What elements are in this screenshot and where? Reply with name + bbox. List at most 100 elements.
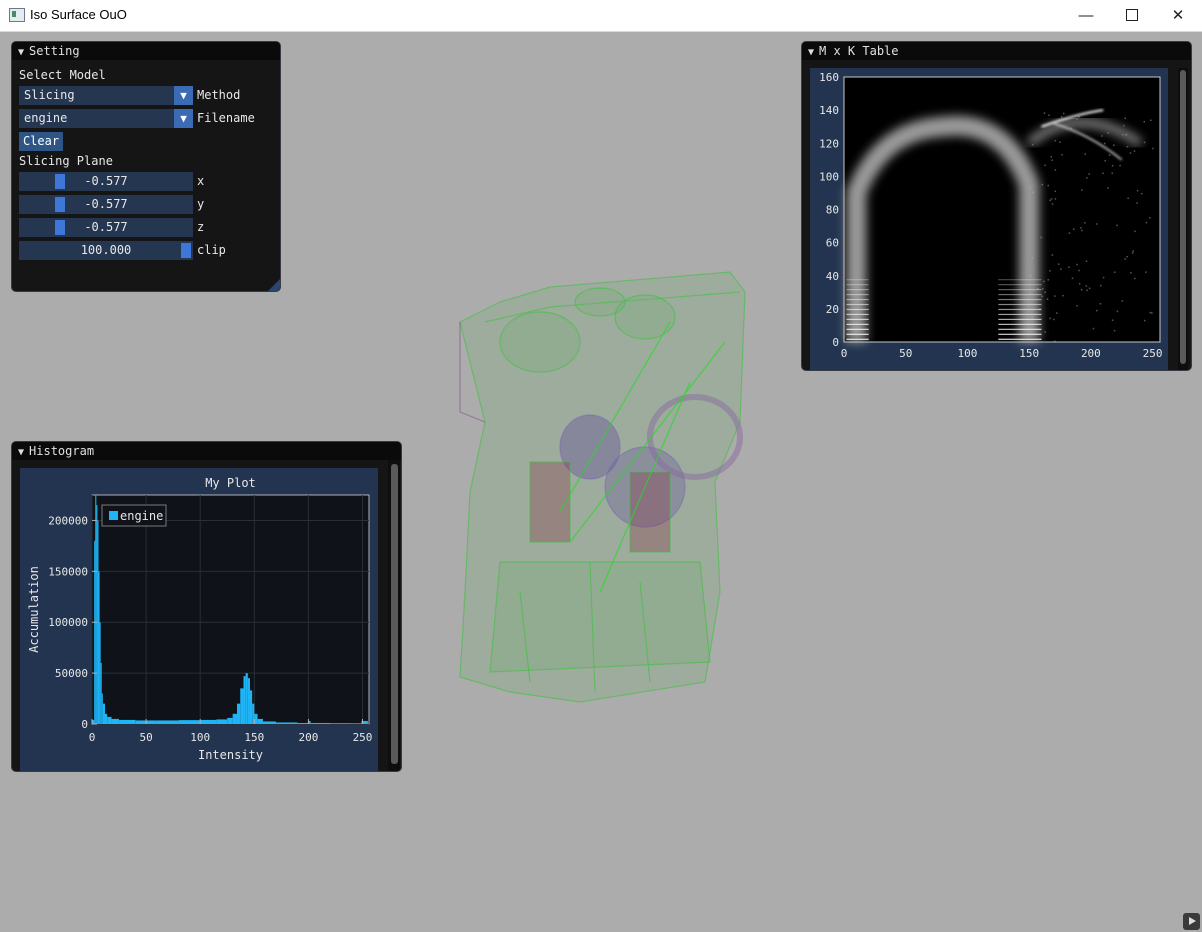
heatmap-cell <box>1053 319 1055 321</box>
heatmap-cell <box>1112 165 1114 167</box>
histogram-bar <box>248 678 250 724</box>
heatmap-cell <box>1146 222 1148 224</box>
collapse-arrow-icon[interactable]: ▼ <box>808 44 814 62</box>
heatmap-cell <box>1096 310 1098 312</box>
heatmap-cell <box>1080 227 1082 229</box>
histogram-panel[interactable]: ▼ Histogram 0 50 100 150 200 250 0 50000 100000 15… <box>11 441 402 772</box>
filename-combo[interactable]: engine ▼ <box>19 109 193 128</box>
heatmap-stripe <box>846 309 868 310</box>
scrollbar-thumb[interactable] <box>391 464 398 764</box>
close-button[interactable]: ✕ <box>1155 0 1201 31</box>
heatmap-cell <box>1103 277 1105 279</box>
collapse-arrow-icon[interactable]: ▼ <box>18 44 24 62</box>
scrollbar-thumb[interactable] <box>1180 70 1186 364</box>
heatmap-cell <box>1136 202 1138 204</box>
heatmap-cell <box>1109 154 1111 156</box>
heatmap-cell <box>1100 285 1102 287</box>
slider-x[interactable]: -0.577 <box>19 172 193 191</box>
minimize-button[interactable]: — <box>1063 0 1109 31</box>
heatmap-stripe <box>998 334 1041 335</box>
slider-label-z: z <box>197 218 204 237</box>
histogram-bar <box>258 719 263 724</box>
histogram-bar <box>157 720 179 724</box>
heatmap-cell <box>1134 278 1136 280</box>
x-tick-label: 50 <box>899 347 912 360</box>
collapse-arrow-icon[interactable]: ▼ <box>18 444 24 462</box>
heatmap-cell <box>1041 296 1043 298</box>
x-tick-label: 50 <box>139 731 152 744</box>
histogram-scrollbar[interactable] <box>388 460 400 771</box>
maximize-button[interactable] <box>1109 0 1155 31</box>
histogram-bar <box>101 663 102 724</box>
histogram-bar <box>100 622 101 724</box>
setting-title-bar[interactable]: ▼ Setting <box>12 42 280 60</box>
heatmap-cell <box>1052 254 1054 256</box>
x-tick-label: 0 <box>841 347 848 360</box>
heatmap-cell <box>1042 184 1044 186</box>
histogram-bar <box>311 723 330 724</box>
slider-y[interactable]: -0.577 <box>19 195 193 214</box>
heatmap-cell <box>1081 189 1083 191</box>
chart-title: My Plot <box>205 476 256 490</box>
heatmap-cell <box>1149 217 1151 219</box>
heatmap-cell <box>1062 295 1064 297</box>
heatmap-cell <box>1123 125 1125 127</box>
heatmap-cell <box>1096 223 1098 225</box>
heatmap-stripe <box>998 324 1041 325</box>
resize-grip[interactable] <box>268 279 280 291</box>
mxk-scrollbar[interactable] <box>1178 68 1188 370</box>
histogram-bar <box>98 571 99 724</box>
play-icon[interactable] <box>1183 913 1200 930</box>
heatmap-stripe <box>998 279 1041 280</box>
histogram-bar <box>246 673 248 724</box>
histogram-bar <box>233 714 237 724</box>
heatmap-cell <box>1089 288 1091 290</box>
histogram-bar <box>352 723 362 724</box>
histogram-title-bar[interactable]: ▼ Histogram <box>12 442 401 460</box>
histogram-bar <box>263 721 276 724</box>
mxk-title-bar[interactable]: ▼ M x K Table <box>802 42 1191 60</box>
heatmap-cell <box>1086 260 1088 262</box>
y-tick-label: 140 <box>819 104 839 117</box>
window-title: Iso Surface OuO <box>30 7 127 22</box>
heatmap-cell <box>1152 148 1154 150</box>
heatmap-cell <box>1048 114 1050 116</box>
legend[interactable]: engine <box>102 505 166 526</box>
slider-label-y: y <box>197 195 204 214</box>
heatmap-cell <box>1151 312 1153 314</box>
heatmap-cell <box>1049 270 1051 272</box>
mxk-table-panel[interactable]: ▼ M x K Table 0 50 100 150 200 250 0 20 40 60 80 100… <box>801 41 1192 371</box>
y-tick-label: 160 <box>819 71 839 84</box>
histogram-chart[interactable]: 0 50 100 150 200 250 0 50000 100000 150000 200000 M… <box>20 468 378 771</box>
slider-z[interactable]: -0.577 <box>19 218 193 237</box>
plot-frame <box>92 495 369 724</box>
y-tick-label: 100000 <box>48 616 88 629</box>
heatmap-cell <box>1121 300 1123 302</box>
chevron-down-icon[interactable]: ▼ <box>174 109 193 128</box>
heatmap-cell <box>1043 281 1045 283</box>
histogram-bar <box>276 722 298 724</box>
heatmap-cell <box>1061 116 1063 118</box>
heatmap-cell <box>1104 160 1106 162</box>
x-tick-label: 150 <box>1019 347 1039 360</box>
heatmap-cell <box>1101 135 1103 137</box>
heatmap-stripe <box>846 304 868 305</box>
mxk-heatmap[interactable]: 0 50 100 150 200 250 0 20 40 60 80 100 120 140 160 <box>810 68 1168 370</box>
heatmap-cell <box>1063 113 1065 115</box>
x-tick-label: 200 <box>1081 347 1101 360</box>
heatmap-cell <box>1130 272 1132 274</box>
clear-button[interactable]: Clear <box>19 132 63 151</box>
chevron-down-icon[interactable]: ▼ <box>174 86 193 105</box>
heatmap-cell <box>1051 159 1053 161</box>
slicing-plane-label: Slicing Plane <box>19 152 113 171</box>
setting-panel[interactable]: ▼ Setting Select Model Slicing ▼ Method e… <box>11 41 281 292</box>
heatmap-cell <box>1060 268 1062 270</box>
heatmap-stripe <box>998 284 1041 285</box>
method-label: Method <box>197 86 240 105</box>
volume-render-viewport[interactable] <box>440 262 770 722</box>
heatmap-cell <box>1114 330 1116 332</box>
method-combo[interactable]: Slicing ▼ <box>19 86 193 105</box>
setting-title: Setting <box>29 44 80 58</box>
slider-clip[interactable]: 100.000 <box>19 241 193 260</box>
heatmap-cell <box>1112 319 1114 321</box>
